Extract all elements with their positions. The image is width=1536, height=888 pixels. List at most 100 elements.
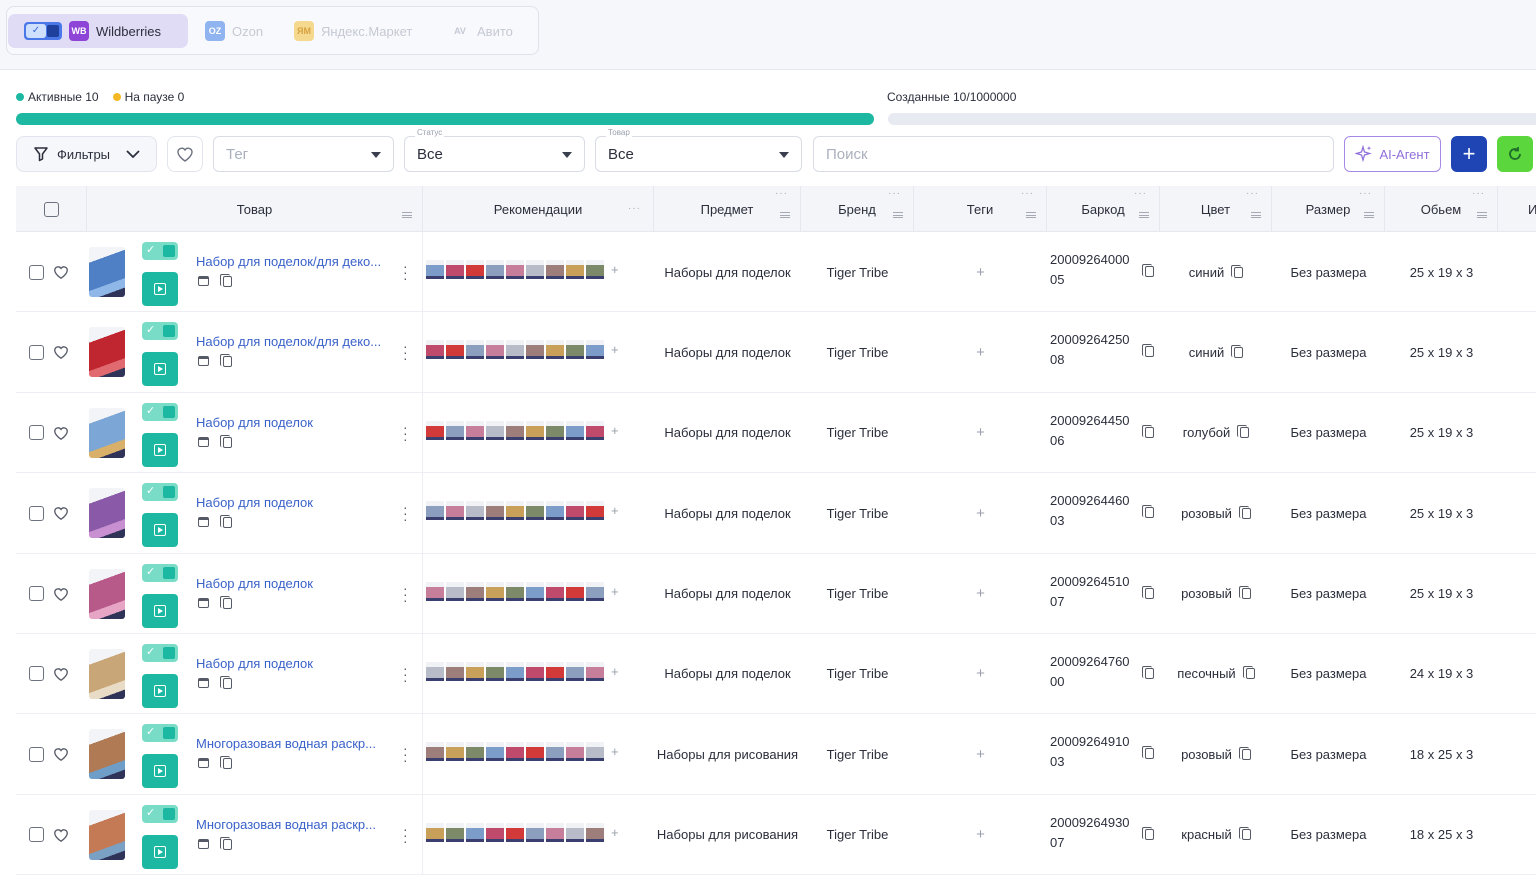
table-row[interactable]: ✓ Набор для поделок/для деко... · · · + На… [16,312,1536,393]
open-card-button[interactable] [142,673,178,708]
copy-icon[interactable] [220,836,232,850]
table-row[interactable]: ✓ Набор для поделок · · · + Наборы для под… [16,392,1536,474]
product-thumbnail[interactable] [89,407,125,458]
recommendation-thumbnail[interactable] [506,420,524,440]
add-tag-button[interactable]: + [914,232,1047,312]
row-checkbox[interactable] [29,425,44,441]
recommendation-thumbnail[interactable] [466,581,484,601]
calendar-icon[interactable] [198,838,209,849]
product-name-link[interactable]: Набор для поделок [196,576,313,591]
calendar-icon[interactable] [198,517,209,528]
recommendation-thumbnail[interactable] [426,501,444,521]
recommendation-thumbnail[interactable] [546,742,564,762]
row-menu-icon[interactable]: · · · [403,661,408,687]
row-checkbox[interactable] [29,505,44,521]
recommendation-thumbnail[interactable] [586,420,604,440]
filters-button[interactable]: Фильтры [16,136,157,172]
recommendation-thumbnail[interactable] [466,420,484,440]
recommendation-thumbnail[interactable] [586,501,604,521]
product-name-link[interactable]: Многоразовая водная раскр... [196,817,376,832]
column-menu-icon[interactable] [1251,212,1261,218]
select-all-checkbox[interactable] [43,201,59,217]
recommendation-thumbnail[interactable] [486,822,504,842]
recommendation-thumbnail[interactable] [526,340,544,360]
column-menu-icon[interactable] [893,212,903,218]
column-more[interactable]: И [1498,186,1536,232]
add-recommendation-icon[interactable]: + [611,262,619,277]
copy-icon[interactable] [1231,344,1244,358]
recommendation-thumbnail[interactable] [446,742,464,762]
recommendation-thumbnail[interactable] [526,661,544,681]
recommendation-thumbnail[interactable] [446,581,464,601]
product-name-link[interactable]: Набор для поделок/для деко... [196,334,381,349]
more-icon[interactable]: ··· [775,188,788,199]
active-toggle[interactable]: ✓ [142,804,178,823]
column-menu-icon[interactable] [1364,212,1374,218]
row-checkbox[interactable] [29,586,44,602]
more-icon[interactable]: ··· [1021,188,1034,199]
recommendation-thumbnail[interactable] [486,501,504,521]
tab-wildberries[interactable]: ✓ WB Wildberries [8,14,188,48]
copy-barcode-button[interactable] [1142,746,1154,762]
copy-icon[interactable] [1238,827,1251,841]
tag-select[interactable]: Тег [213,136,394,172]
recommendation-thumbnail[interactable] [566,420,584,440]
row-menu-icon[interactable]: · · · [403,420,408,446]
product-thumbnail[interactable] [89,327,125,378]
recommendation-thumbnail[interactable] [506,742,524,762]
recommendation-thumbnail[interactable] [486,742,504,762]
row-menu-icon[interactable]: · · · [403,339,408,365]
heart-icon[interactable] [52,666,70,682]
open-card-button[interactable] [142,352,178,387]
recommendation-thumbnail[interactable] [526,260,544,279]
column-menu-icon[interactable] [1026,212,1036,218]
active-toggle[interactable]: ✓ [142,242,178,260]
table-row[interactable]: ✓ Многоразовая водная раскр... · · · + Наб… [16,714,1536,795]
recommendation-thumbnail[interactable] [526,742,544,762]
recommendation-thumbnail[interactable] [446,822,464,842]
recommendation-thumbnail[interactable] [526,501,544,521]
active-toggle[interactable]: ✓ [142,483,178,502]
table-row[interactable]: ✓ Набор для поделок · · · + Наборы для под… [16,633,1536,715]
active-toggle[interactable]: ✓ [142,402,178,421]
tab-yandex-market[interactable]: ЯМ Яндекс.Маркет [294,14,412,48]
recommendation-thumbnail[interactable] [526,822,544,842]
add-recommendation-icon[interactable]: + [611,423,619,438]
open-card-button[interactable] [142,432,178,467]
column-brand[interactable]: Бренд ··· [801,186,914,232]
copy-icon[interactable] [1242,666,1255,680]
recommendation-thumbnail[interactable] [546,822,564,842]
row-checkbox[interactable] [29,344,44,360]
recommendation-thumbnail[interactable] [486,420,504,440]
add-recommendation-icon[interactable]: + [611,744,619,759]
add-tag-button[interactable]: + [914,714,1047,794]
row-menu-icon[interactable]: · · · [403,259,408,285]
more-icon[interactable]: ··· [1246,188,1259,199]
recommendation-thumbnail[interactable] [506,661,524,681]
row-menu-icon[interactable]: · · · [403,581,408,607]
row-checkbox[interactable] [29,827,44,843]
table-row[interactable]: ✓ Многоразовая водная раскр... · · · + Наб… [16,794,1536,876]
column-menu-icon[interactable] [1477,212,1487,218]
recommendation-thumbnail[interactable] [586,661,604,681]
add-tag-button[interactable]: + [914,473,1047,553]
copy-icon[interactable] [1238,746,1251,760]
product-thumbnail[interactable] [89,648,125,699]
recommendation-thumbnail[interactable] [586,260,604,279]
open-card-button[interactable] [142,754,178,789]
row-menu-icon[interactable]: · · · [403,822,408,848]
more-icon[interactable]: ··· [1472,188,1485,199]
copy-icon[interactable] [220,595,232,609]
calendar-icon[interactable] [198,597,209,608]
add-recommendation-icon[interactable]: + [611,825,619,840]
product-thumbnail[interactable] [89,247,125,297]
recommendation-thumbnail[interactable] [506,260,524,279]
calendar-icon[interactable] [198,276,209,286]
active-toggle[interactable]: ✓ [142,322,178,341]
more-icon[interactable]: ··· [1134,188,1147,199]
add-button[interactable]: + [1451,136,1487,172]
copy-barcode-button[interactable] [1142,826,1154,843]
column-product[interactable]: Товар [87,186,423,232]
add-tag-button[interactable]: + [914,554,1047,634]
copy-icon[interactable] [1238,586,1251,600]
